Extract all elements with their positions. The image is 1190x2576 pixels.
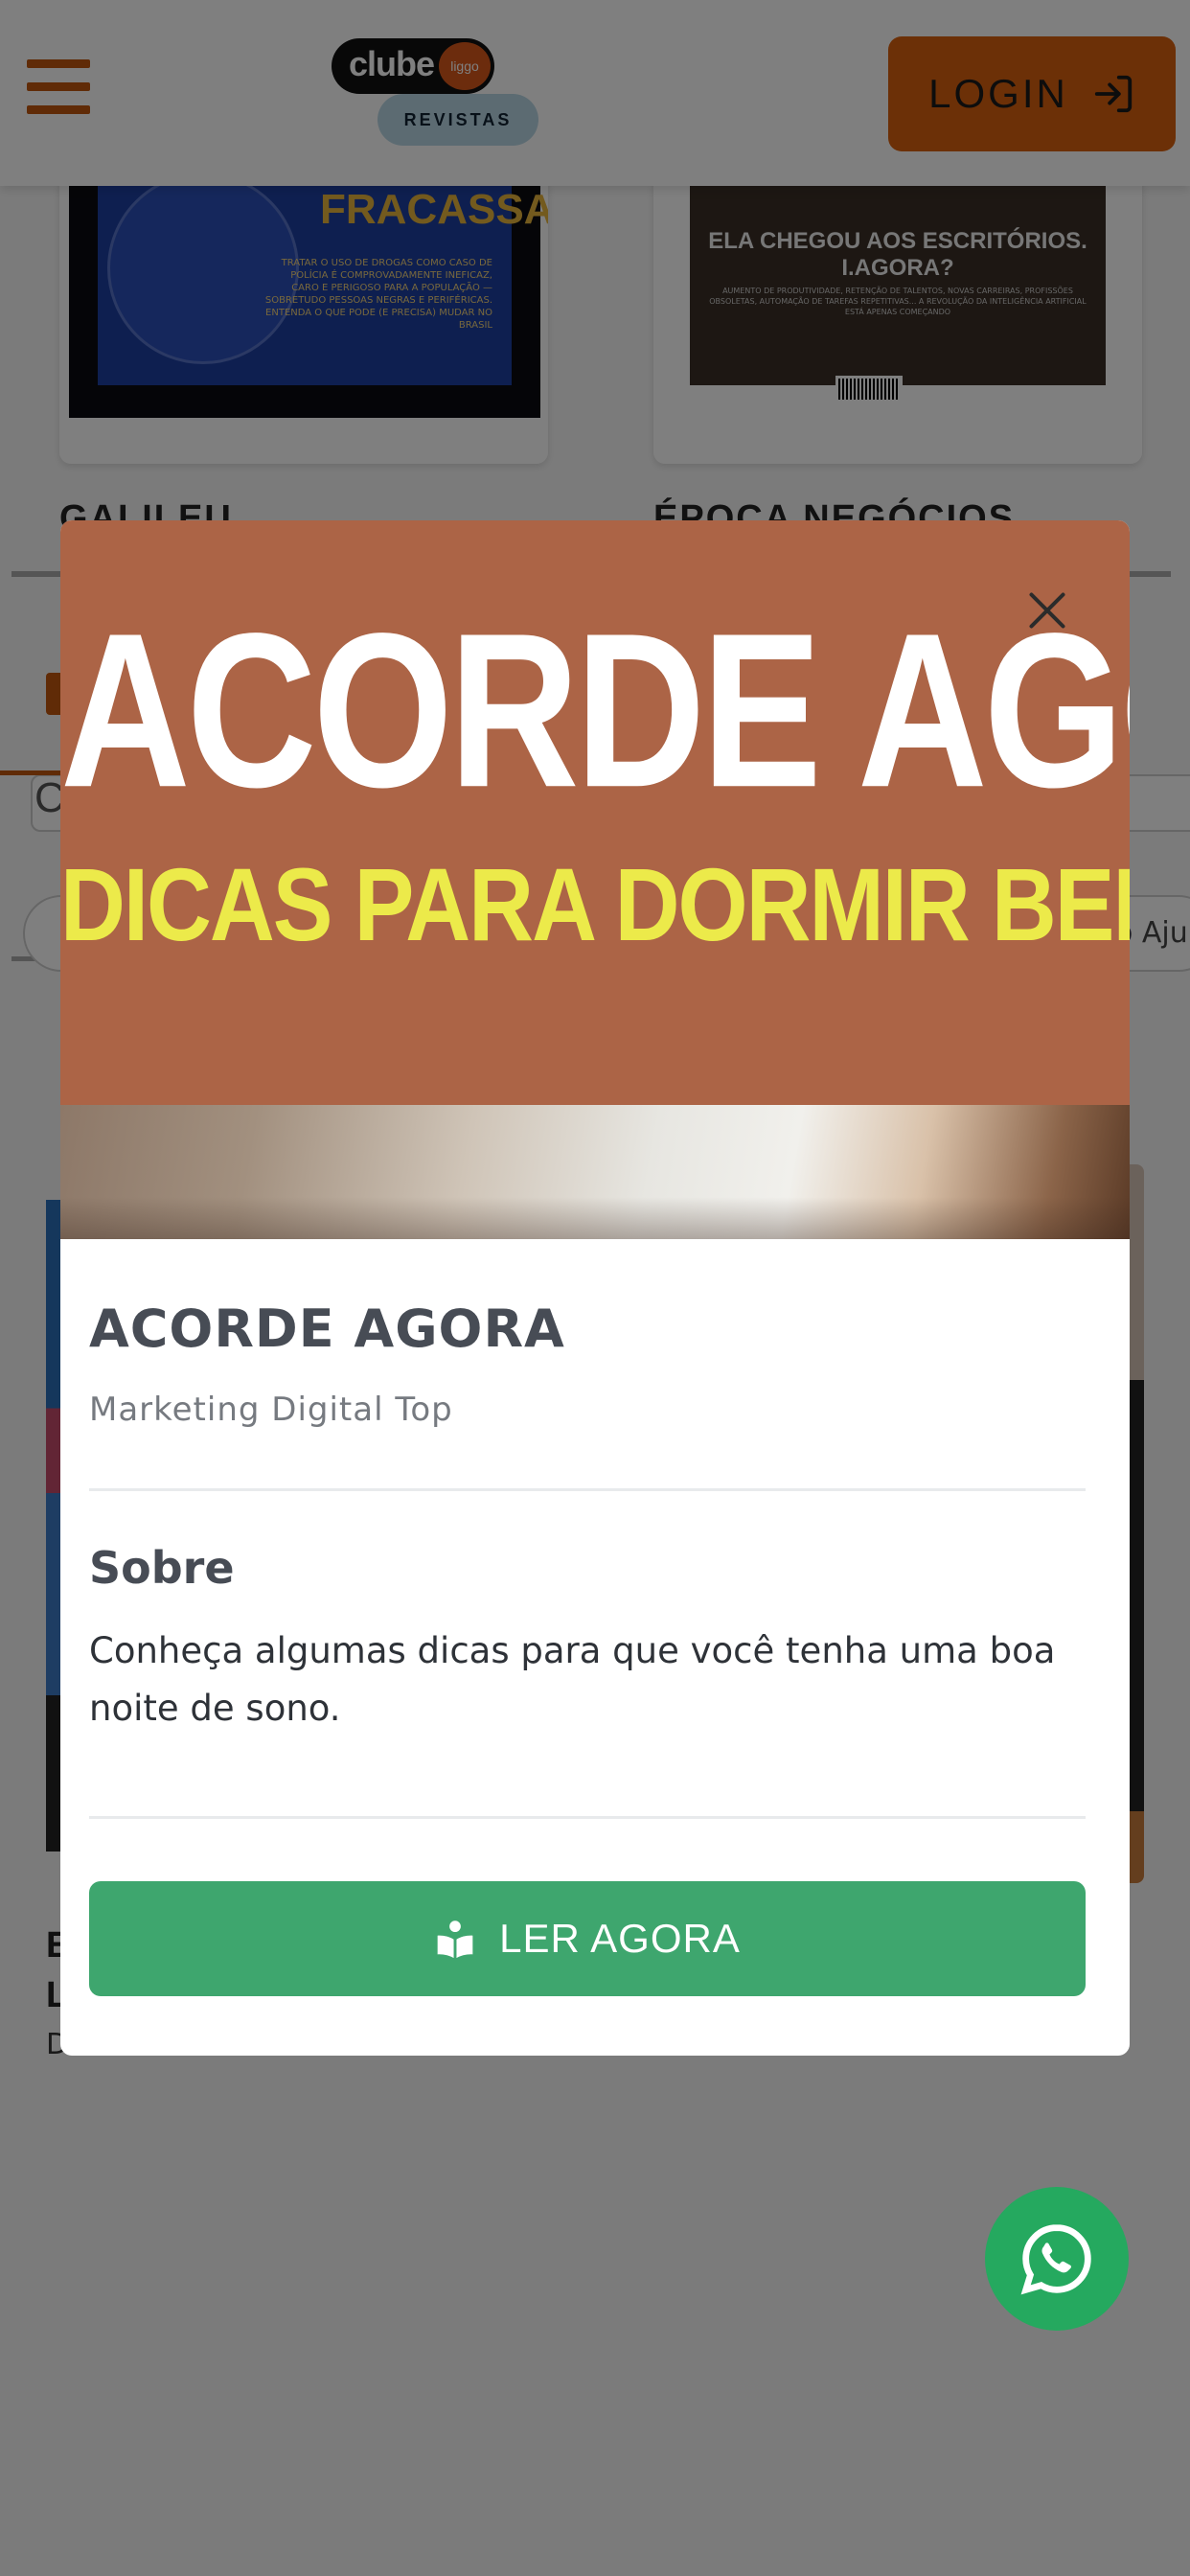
about-description: Conheça algumas dicas para que você tenh… [89,1630,1056,1729]
divider [89,1816,1086,1819]
whatsapp-icon [1020,2224,1091,2295]
read-now-label: LER AGORA [499,1916,741,1961]
about-heading: Sobre [89,1542,235,1594]
modal-title: ACORDE AGORA [89,1299,565,1359]
read-now-button[interactable]: LER AGORA [89,1881,1086,1996]
banner-subtitle: DICAS PARA DORMIR BEM [60,846,1130,963]
banner-photo-strip [60,1105,1130,1239]
open-book-reader-icon [437,1920,473,1959]
modal-banner-image: ACORDE AGORA DICAS PARA DORMIR BEM [60,520,1130,1105]
modal-publisher: Marketing Digital Top [89,1391,453,1429]
close-icon[interactable] [1026,589,1068,632]
whatsapp-button[interactable] [985,2187,1129,2331]
divider [89,1488,1086,1491]
magazine-detail-modal: ACORDE AGORA DICAS PARA DORMIR BEM ACORD… [60,520,1130,2056]
banner-title: ACORDE AGORA [60,586,1130,834]
